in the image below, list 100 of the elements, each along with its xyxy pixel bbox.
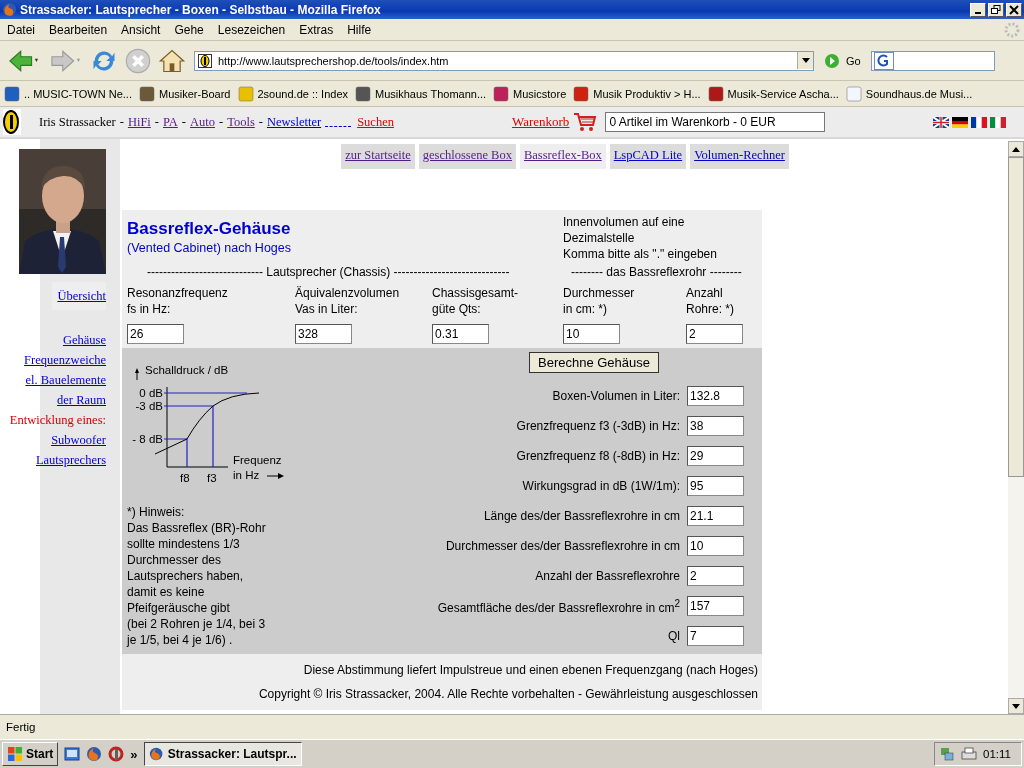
result-label: Wirkungsgrad in dB (1W/1m): <box>522 479 680 493</box>
result-label: Grenzfrequenz f3 (-3dB) in Hz: <box>516 419 680 433</box>
axis-arrow <box>135 368 139 381</box>
window-title: Strassacker: Lautsprecher - Boxen - Selbstbau - Mozilla Firefox <box>20 2 382 17</box>
section-heading: ----------------------------- Lautsprecher (Chassis) ----------------------------- <box>147 265 511 279</box>
desktop-icon[interactable] <box>64 746 81 762</box>
menu-item[interactable]: Lesezeichen <box>210 22 293 37</box>
result-field[interactable]: 7 <box>687 626 744 646</box>
bookmark-item[interactable]: Soundhaus.de Musi... <box>845 85 973 102</box>
sidebar-link[interactable]: Lautsprechers <box>35 450 106 470</box>
go-button[interactable]: Go <box>846 54 861 67</box>
result-field[interactable]: 95 <box>687 476 744 496</box>
separator-text: - <box>219 114 224 130</box>
tab[interactable]: LspCAD Lite <box>609 144 687 169</box>
menu-item[interactable]: Hilfe <box>340 22 379 37</box>
result-label: Durchmesser des/der Bassreflexrohre in cm <box>445 539 680 553</box>
scrollbar[interactable] <box>1008 141 1024 714</box>
input-field[interactable]: 26 <box>127 324 184 344</box>
menu-item[interactable]: Extras <box>292 22 341 37</box>
taskbar-button[interactable]: Strassacker: Lautspr... <box>143 742 302 766</box>
level-label: -3 dB <box>135 400 163 412</box>
printer-icon[interactable] <box>961 746 978 762</box>
search-engine-icon <box>873 51 894 70</box>
browser-icon[interactable] <box>86 746 103 762</box>
result-field[interactable]: 29 <box>687 446 744 466</box>
sidebar-link[interactable]: Subwoofer <box>51 430 106 450</box>
nav-link[interactable]: Auto <box>190 114 215 130</box>
sidebar-link[interactable]: Frequenzweiche <box>24 350 106 370</box>
minimize-button[interactable] <box>970 2 986 17</box>
axis-label: Schalldruck / dB <box>145 364 229 376</box>
result-field[interactable]: 10 <box>687 536 744 556</box>
menu-item[interactable]: Ansicht <box>114 22 168 37</box>
menu-item[interactable]: Gehe <box>167 22 211 37</box>
sidebar-link[interactable]: Übersicht <box>52 282 106 310</box>
input-field[interactable]: 10 <box>563 324 620 344</box>
french-flag-icon[interactable] <box>971 116 987 128</box>
sidebar-label: Entwicklung eines: <box>9 412 106 429</box>
input-label: Äquivalenzvolumen Vas in Liter: <box>295 285 401 317</box>
nav-link[interactable]: PA <box>163 114 178 130</box>
input-field[interactable]: 328 <box>295 324 352 344</box>
calculate-button[interactable]: Berechne Gehäuse <box>529 352 660 373</box>
more-button[interactable]: » <box>130 746 138 762</box>
input-field[interactable]: 2 <box>686 324 743 344</box>
nav-link[interactable]: Newsletter <box>266 114 322 130</box>
bookmark-item[interactable]: Musiker-Board <box>138 85 231 102</box>
result-field[interactable]: 21.1 <box>687 506 744 526</box>
sidebar-link[interactable]: el. Bauelemente <box>25 370 106 390</box>
tab[interactable]: geschlossene Box <box>418 144 516 169</box>
tab[interactable]: Bassreflex-Box <box>519 144 606 169</box>
result-field[interactable]: 157 <box>687 596 744 616</box>
nav-link[interactable]: HiFi <box>127 114 151 130</box>
result-field[interactable]: 38 <box>687 416 744 436</box>
search-field[interactable] <box>870 50 995 71</box>
result-field[interactable]: 2 <box>687 566 744 586</box>
tab[interactable]: Volumen-Rechner <box>690 144 789 169</box>
start-button[interactable]: Start <box>2 742 59 766</box>
cart-link[interactable]: Warenkorb <box>511 114 570 130</box>
bookmark-item[interactable]: Musik Produktiv > H... <box>573 85 701 102</box>
sidebar-link[interactable]: Gehäuse <box>62 330 106 350</box>
level-label: 0 dB <box>139 387 163 399</box>
italian-flag-icon[interactable] <box>990 116 1006 128</box>
scroll-up-icon[interactable] <box>1012 146 1020 152</box>
input-label: Chassisgesamt- güte Qts: <box>432 285 520 317</box>
sidebar-link[interactable]: der Raum <box>57 390 106 410</box>
throbber-icon <box>1004 21 1020 38</box>
status-text: Fertig <box>6 721 36 733</box>
close-button[interactable] <box>1006 2 1022 17</box>
browser-icon <box>148 746 163 762</box>
bookmark-item[interactable]: Musik-Service Ascha... <box>707 85 839 102</box>
footer-text: Copyright © Iris Strassacker, 2004. Alle Rechte vorbehalten - Gewährleistung ausgeschlossen <box>257 686 758 703</box>
site-icon <box>198 53 212 68</box>
separator-text: - <box>119 114 124 130</box>
bookmark-item[interactable]: 2sound.de :: Index <box>237 85 348 102</box>
bookmark-item[interactable]: Musikhaus Thomann... <box>355 85 487 102</box>
section-heading: -------- das Bassreflexrohr -------- <box>571 265 742 279</box>
axis-label: in Hz <box>233 469 260 481</box>
address-field[interactable]: http://www.lautsprechershop.de/tools/index.htm <box>194 50 814 71</box>
tick-label: f8 <box>180 472 190 484</box>
bookmark-item[interactable]: Musicstore <box>493 85 567 102</box>
nav-link[interactable]: Suchen <box>357 114 394 130</box>
cart-icon[interactable] <box>573 112 598 132</box>
result-field[interactable]: 132.8 <box>687 386 744 406</box>
nav-link[interactable]: Tools <box>227 114 255 130</box>
network-icon[interactable] <box>939 746 956 762</box>
input-label: Resonanzfrequenz fs in Hz: <box>127 285 229 317</box>
restore-button[interactable] <box>988 2 1004 17</box>
german-flag-icon[interactable] <box>952 116 968 128</box>
uk-flag-icon[interactable] <box>933 116 949 128</box>
close-icon <box>1009 4 1019 15</box>
browser-icon <box>2 2 17 17</box>
result-label: Länge des/der Bassreflexrohre in cm <box>483 509 680 523</box>
tab[interactable]: zur Startseite <box>341 144 415 169</box>
bookmark-item[interactable]: .. MUSIC-TOWN Ne... <box>4 85 132 102</box>
menu-item[interactable]: Bearbeiten <box>42 22 115 37</box>
scroll-down-icon[interactable] <box>1012 703 1020 709</box>
dropdown-button[interactable] <box>797 52 813 69</box>
go-icon[interactable] <box>824 52 840 69</box>
input-field[interactable]: 0.31 <box>432 324 489 344</box>
menu-item[interactable]: Datei <box>0 22 42 37</box>
hint-text: *) Hinweis: Das Bassreflex (BR)-Rohr sollte mindestens 1/3 Durchmesser des Lautsprechers haben, damit es keine Pfeifgeräusche gibt (bei 2 Rohren je 1/4, bei 3 je 1/5, bei 4 je 1/6) . <box>127 504 267 648</box>
